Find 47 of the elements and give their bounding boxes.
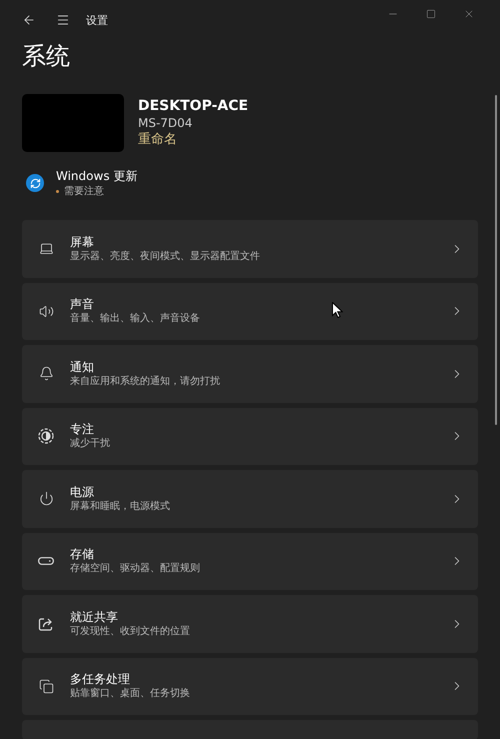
cursor-icon <box>332 302 343 318</box>
windows-icon <box>38 678 54 694</box>
drive-icon <box>38 557 54 566</box>
window-title: 设置 <box>86 12 108 28</box>
device-model: MS-7D04 <box>138 115 194 131</box>
item-title: 声音 <box>70 296 94 312</box>
item-subtitle: 减少干扰 <box>70 437 110 452</box>
page-title: 系统 <box>22 41 71 72</box>
back-icon <box>22 13 36 27</box>
speaker-icon <box>38 304 54 319</box>
item-subtitle: 显示器、亮度、夜间模式、显示器配置文件 <box>70 250 260 264</box>
update-icon[interactable] <box>26 174 44 192</box>
scrollbar[interactable] <box>495 95 497 425</box>
update-title[interactable]: Windows 更新 <box>56 168 138 184</box>
item-title: 多任务处理 <box>70 671 130 688</box>
close-icon <box>463 8 475 20</box>
item-subtitle: 存储空间、驱动器、配置规则 <box>70 562 200 576</box>
bell-icon <box>38 366 54 382</box>
item-subtitle: 屏幕和睡眠，电源模式 <box>70 500 170 514</box>
menu-icon <box>56 13 70 27</box>
settings-item[interactable]: 就近共享 可发现性、收到文件的位置 <box>22 595 478 652</box>
item-title: 就近共享 <box>70 608 118 625</box>
rename-link[interactable]: 重命名 <box>138 131 248 149</box>
item-subtitle: 贴靠窗口、桌面、任务切换 <box>70 687 190 702</box>
laptop-icon <box>38 241 54 256</box>
focus-icon <box>38 428 54 444</box>
item-subtitle: 可发现性、收到文件的位置 <box>70 624 190 639</box>
settings-item[interactable]: 屏幕 显示器、亮度、夜间模式、显示器配置文件 <box>22 220 478 278</box>
item-title: 电源 <box>70 484 94 500</box>
item-subtitle: 来自应用和系统的通知，请勿打扰 <box>70 374 220 389</box>
share-icon <box>38 616 54 632</box>
settings-item[interactable]: 电源 屏幕和睡眠，电源模式 <box>22 470 478 528</box>
settings-item[interactable]: 存储 存储空间、驱动器、配置规则 <box>22 532 478 590</box>
device-name: DESKTOP-ACE <box>138 97 248 115</box>
update-status: 需要注意 <box>64 184 104 198</box>
settings-item[interactable]: 专注 减少干扰 <box>22 408 478 465</box>
settings-item[interactable]: 多任务处理 贴靠窗口、桌面、任务切换 <box>22 658 478 715</box>
item-subtitle: 音量、输出、输入、声音设备 <box>70 312 200 326</box>
item-title: 通知 <box>70 358 94 375</box>
settings-item[interactable]: 通知 来自应用和系统的通知，请勿打扰 <box>22 345 478 402</box>
item-title: 屏幕 <box>70 234 94 250</box>
power-icon <box>38 491 54 506</box>
maximize-icon <box>426 9 436 19</box>
settings-item[interactable]: 声音 音量、输出、输入、声音设备 <box>22 282 478 340</box>
status-dot <box>56 190 59 192</box>
item-title: 存储 <box>70 546 94 562</box>
item-title: 专注 <box>70 421 94 438</box>
